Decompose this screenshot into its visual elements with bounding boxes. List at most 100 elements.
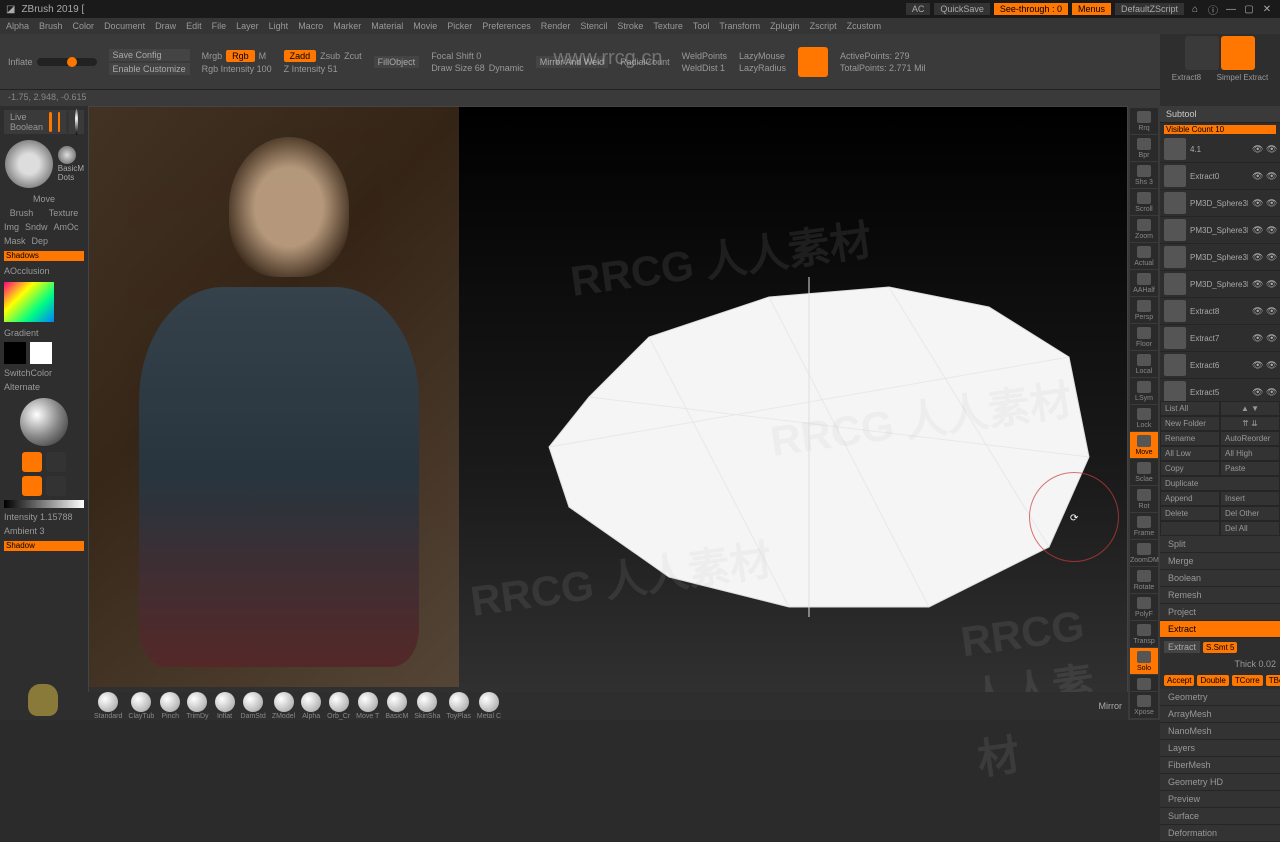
circle-btn2[interactable] xyxy=(75,109,78,135)
menu-edit[interactable]: Edit xyxy=(186,21,202,31)
subtool-row[interactable]: PM3D_Sphere3D1_1👁👁 xyxy=(1160,217,1280,244)
rt-zoom[interactable]: Zoom xyxy=(1130,216,1158,242)
rt-xpose[interactable]: Xpose xyxy=(1130,692,1158,718)
lazymouse-button[interactable]: LazyMouse xyxy=(739,51,786,61)
circle-btn1[interactable] xyxy=(66,109,69,135)
visibility-eye-icon[interactable]: 👁 xyxy=(1266,252,1276,263)
visibility-eye-icon[interactable]: 👁 xyxy=(1252,333,1262,344)
subtool-row[interactable]: Extract0👁👁 xyxy=(1160,163,1280,190)
rt-scale[interactable]: Sclae xyxy=(1130,459,1158,485)
collapse-nanomesh[interactable]: NanoMesh xyxy=(1160,723,1280,740)
menu-tool[interactable]: Tool xyxy=(693,21,710,31)
visibility-eye-icon[interactable]: 👁 xyxy=(1266,333,1276,344)
copy-btn[interactable]: Copy xyxy=(1160,461,1220,476)
rt-rot[interactable]: Rot xyxy=(1130,486,1158,512)
extract-action-btn[interactable]: Extract xyxy=(1164,641,1200,653)
append-btn[interactable]: Append xyxy=(1160,491,1220,506)
menu-macro[interactable]: Macro xyxy=(298,21,323,31)
rt-floor[interactable]: Floor xyxy=(1130,324,1158,350)
alternate-btn[interactable]: Alternate xyxy=(4,382,84,392)
collapse-arraymesh[interactable]: ArrayMesh xyxy=(1160,706,1280,723)
subtool-row[interactable]: PM3D_Sphere3D1👁👁 xyxy=(1160,190,1280,217)
menu-layer[interactable]: Layer xyxy=(236,21,259,31)
brush-claytub[interactable]: ClayTub xyxy=(128,692,154,720)
brush-inflat[interactable]: Inflat xyxy=(215,692,235,720)
tool-thumb-2[interactable] xyxy=(1221,36,1255,70)
rt-bpr[interactable]: Bpr xyxy=(1130,135,1158,161)
visible-count[interactable]: Visible Count 10 xyxy=(1164,125,1276,134)
rt-solo[interactable]: Solo xyxy=(1130,648,1158,674)
menu-document[interactable]: Document xyxy=(104,21,145,31)
delete-btn[interactable]: Delete xyxy=(1160,506,1220,521)
menus-button[interactable]: Menus xyxy=(1072,3,1111,15)
aocclusion-toggle[interactable]: AOcclusion xyxy=(4,266,84,276)
collapse-geometry[interactable]: Geometry xyxy=(1160,689,1280,706)
visibility-eye-icon[interactable]: 👁 xyxy=(1252,306,1262,317)
menu-material[interactable]: Material xyxy=(371,21,403,31)
visibility-eye-icon[interactable]: 👁 xyxy=(1266,387,1276,398)
brush-metal c[interactable]: Metal C xyxy=(477,692,501,720)
rt-lock[interactable]: Lock xyxy=(1130,405,1158,431)
extract-section[interactable]: Extract xyxy=(1160,621,1280,638)
tcorre-btn[interactable]: TCorre xyxy=(1232,675,1263,686)
menu-preferences[interactable]: Preferences xyxy=(482,21,531,31)
rt-polyf[interactable]: PolyF xyxy=(1130,594,1158,620)
texture-tab[interactable]: Texture xyxy=(49,208,79,218)
brush-move t[interactable]: Move T xyxy=(356,692,379,720)
rt-shs[interactable]: Shs 3 xyxy=(1130,162,1158,188)
visibility-eye-icon[interactable]: 👁 xyxy=(1266,279,1276,290)
light-btn-2[interactable] xyxy=(46,452,66,472)
rename-btn[interactable]: Rename xyxy=(1160,431,1220,446)
menu-draw[interactable]: Draw xyxy=(155,21,176,31)
light-btn-1[interactable] xyxy=(22,452,42,472)
color-swatch-white[interactable] xyxy=(30,342,52,364)
menu-marker[interactable]: Marker xyxy=(333,21,361,31)
menu-picker[interactable]: Picker xyxy=(447,21,472,31)
zsub-button[interactable]: Zsub xyxy=(320,51,340,61)
amoc-btn[interactable]: AmOc xyxy=(54,222,79,232)
shadows-toggle[interactable]: Shadows xyxy=(4,251,84,261)
subtool-row[interactable]: Extract7👁👁 xyxy=(1160,325,1280,352)
rt-move[interactable]: Move xyxy=(1130,432,1158,458)
newfolder-btn[interactable]: New Folder xyxy=(1160,416,1220,431)
info-icon[interactable]: ⓘ xyxy=(1206,2,1220,16)
close-icon[interactable]: ✕ xyxy=(1260,2,1274,16)
rt-persp[interactable]: Persp xyxy=(1130,297,1158,323)
color-picker[interactable] xyxy=(4,282,54,322)
sndw-btn[interactable]: Sndw xyxy=(25,222,48,232)
subtool-row[interactable]: Extract8👁👁 xyxy=(1160,298,1280,325)
insert-btn[interactable]: Insert xyxy=(1220,491,1280,506)
menu-brush[interactable]: Brush xyxy=(39,21,63,31)
dep-btn[interactable]: Dep xyxy=(32,236,49,246)
rt-frame[interactable]: Frame xyxy=(1130,513,1158,539)
light-btn-4[interactable] xyxy=(46,476,66,496)
zadd-button[interactable]: Zadd xyxy=(284,50,317,62)
visibility-eye-icon[interactable]: 👁 xyxy=(1252,387,1262,398)
weldpoints-button[interactable]: WeldPoints xyxy=(682,51,727,61)
visibility-eye-icon[interactable]: 👁 xyxy=(1266,306,1276,317)
brush-standard[interactable]: Standard xyxy=(94,692,122,720)
brush-preview[interactable] xyxy=(5,140,53,188)
rt-lsym[interactable]: LSym xyxy=(1130,378,1158,404)
quicksave-button[interactable]: QuickSave xyxy=(934,3,990,15)
subtool-row[interactable]: Extract6👁👁 xyxy=(1160,352,1280,379)
split-section[interactable]: Split xyxy=(1160,536,1280,553)
visibility-eye-icon[interactable]: 👁 xyxy=(1252,171,1262,182)
collapse-deformation[interactable]: Deformation xyxy=(1160,825,1280,842)
maximize-icon[interactable]: ▢ xyxy=(1242,2,1256,16)
brush-skinsha[interactable]: SkinSha xyxy=(414,692,440,720)
polycount-icon[interactable] xyxy=(798,47,828,77)
menu-zcustom[interactable]: Zcustom xyxy=(847,21,882,31)
rt-aahalf[interactable]: AAHalf xyxy=(1130,270,1158,296)
collapse-fibermesh[interactable]: FiberMesh xyxy=(1160,757,1280,774)
listall-btn[interactable]: List All xyxy=(1160,401,1220,416)
menu-file[interactable]: File xyxy=(212,21,227,31)
rgb-intensity-slider[interactable]: Rgb Intensity 100 xyxy=(202,64,272,74)
brush-alpha[interactable]: Alpha xyxy=(301,692,321,720)
rt-actual[interactable]: Actual xyxy=(1130,243,1158,269)
z-intensity-slider[interactable]: Z Intensity 51 xyxy=(284,64,362,74)
smt-value[interactable]: S.Smt 5 xyxy=(1203,642,1237,653)
subtool-row[interactable]: Extract5👁👁 xyxy=(1160,379,1280,401)
visibility-eye-icon[interactable]: 👁 xyxy=(1266,171,1276,182)
menu-stroke[interactable]: Stroke xyxy=(617,21,643,31)
